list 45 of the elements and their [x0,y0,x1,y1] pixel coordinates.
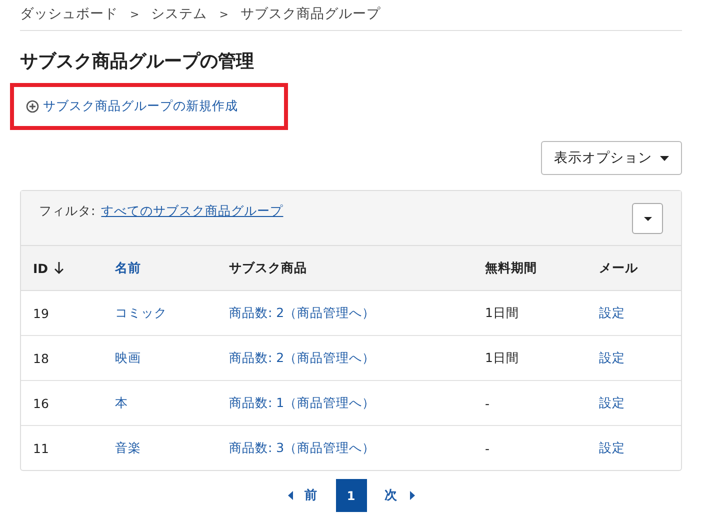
table-cell-link[interactable]: 本 [115,394,128,410]
table-cell-link[interactable]: 映画 [115,350,141,364]
table-cell: 19 [33,306,49,320]
caret-icon [644,216,652,220]
column-header: 無料期間 [485,260,537,274]
page-number[interactable]: 1 [336,479,366,512]
sort-down-arrow-icon [54,262,64,274]
table-cell-link[interactable]: 設定 [599,440,625,454]
table-cell-link[interactable]: 設定 [599,394,625,410]
table-cell-link[interactable]: 商品数: 1（商品管理へ） [229,394,376,410]
display-options-button[interactable]: 表示オプション [541,141,682,175]
table-cell-link[interactable]: 設定 [599,350,625,364]
breadcrumb-item[interactable]: ダッシュボード [20,5,118,23]
page-title: サブスク商品グループの管理 [20,51,255,73]
table-cell: 1日間 [485,304,519,320]
table-cell: - [485,396,490,410]
plus-circle-icon [26,100,39,113]
caret-right-icon [410,491,414,500]
caret-icon [660,156,669,160]
filter-dropdown-button[interactable] [632,203,663,234]
next-page-link[interactable]: 次 [366,487,432,504]
table-cell-link[interactable]: 商品数: 2（商品管理へ） [229,350,376,364]
table-cell-link[interactable]: 設定 [599,304,625,320]
table-cell-link[interactable]: 商品数: 2（商品管理へ） [229,304,376,320]
table-cell-link[interactable]: 音楽 [115,440,141,454]
breadcrumb-item[interactable]: システム [151,5,208,23]
column-header[interactable]: ID [33,260,64,276]
table-cell: 16 [33,396,49,410]
table-cell: 11 [33,440,49,456]
table-cell: 1日間 [485,350,519,364]
column-header: メール [599,260,638,274]
table-cell: 18 [33,350,49,366]
table-cell-link[interactable]: 商品数: 3（商品管理へ） [229,440,376,454]
table-cell-link[interactable]: コミック [115,304,167,320]
column-header[interactable]: 名前 [115,260,141,274]
breadcrumb-separator: > [218,8,230,20]
create-link[interactable]: サブスク商品グループの新規作成 [26,98,238,115]
previous-page-link[interactable]: 前 [270,487,336,504]
filter-label: フィルタ: [39,203,96,220]
breadcrumb-separator: > [129,8,140,20]
breadcrumb-item: サブスク商品グループ [240,5,380,23]
column-header: サブスク商品 [229,260,307,274]
caret-left-icon [288,491,292,500]
filter-link[interactable]: すべてのサブスク商品グループ [101,203,284,220]
table-cell: - [485,440,490,456]
